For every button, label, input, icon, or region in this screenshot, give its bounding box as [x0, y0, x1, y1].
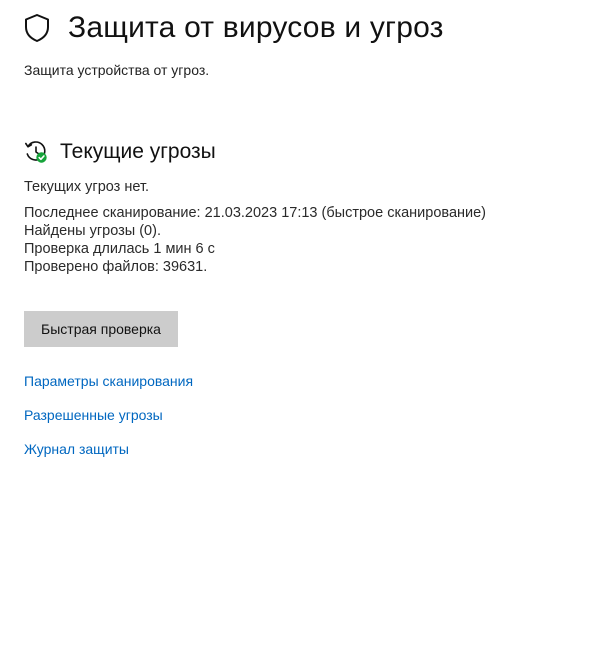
page-subtitle: Защита устройства от угроз.: [24, 62, 210, 78]
scan-info: Текущих угроз нет. Последнее сканировани…: [24, 178, 486, 276]
current-threats-title: Текущие угрозы: [60, 140, 216, 163]
quick-scan-button[interactable]: Быстрая проверка: [24, 311, 178, 347]
files-checked-text: Проверено файлов: 39631.: [24, 259, 208, 275]
page-header: Защита от вирусов и угроз: [24, 6, 444, 50]
scan-duration-text: Проверка длилась 1 мин 6 с: [24, 241, 215, 257]
protection-history-link[interactable]: Журнал защиты: [24, 440, 193, 458]
shield-icon: [24, 13, 50, 43]
scan-options-link[interactable]: Параметры сканирования: [24, 372, 193, 390]
allowed-threats-link[interactable]: Разрешенные угрозы: [24, 406, 193, 424]
threats-found-text: Найдены угрозы (0).: [24, 223, 161, 239]
current-threats-header: Текущие угрозы: [24, 138, 216, 166]
virus-threat-protection-page: Защита от вирусов и угроз Защита устройс…: [0, 0, 600, 665]
threat-status-text: Текущих угроз нет.: [24, 179, 150, 195]
page-title: Защита от вирусов и угроз: [68, 11, 444, 44]
scan-history-check-icon: [24, 140, 48, 164]
threat-links: Параметры сканирования Разрешенные угроз…: [24, 372, 193, 474]
last-scan-text: Последнее сканирование: 21.03.2023 17:13…: [24, 205, 487, 221]
